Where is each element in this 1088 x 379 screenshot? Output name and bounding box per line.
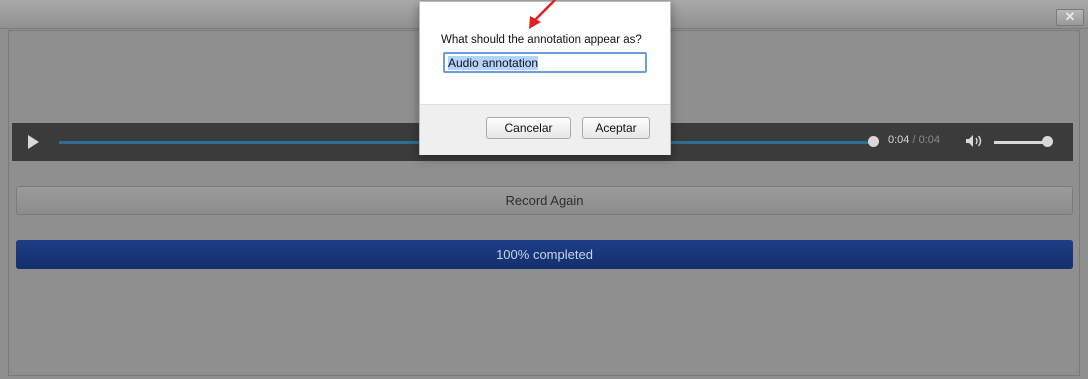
time-display: 0:04 / 0:04 — [888, 134, 940, 146]
close-icon[interactable]: ✕ — [1056, 9, 1084, 26]
seek-handle[interactable] — [868, 136, 879, 147]
cancel-button[interactable]: Cancelar — [486, 117, 571, 139]
volume-slider[interactable] — [994, 141, 1049, 144]
dialog-prompt: What should the annotation appear as? — [441, 34, 642, 46]
input-value: Audio annotation — [448, 56, 539, 70]
volume-handle[interactable] — [1042, 136, 1053, 147]
progress-bar: 100% completed — [16, 240, 1073, 269]
time-separator: / — [909, 134, 919, 146]
play-icon[interactable] — [28, 135, 39, 149]
volume-icon[interactable] — [965, 134, 983, 151]
current-time: 0:04 — [888, 134, 910, 146]
record-again-button[interactable]: Record Again — [16, 186, 1073, 215]
ok-button[interactable]: Aceptar — [582, 117, 650, 139]
progress-label: 100% completed — [496, 247, 593, 262]
annotation-name-input[interactable]: Audio annotation — [443, 52, 647, 73]
duration: 0:04 — [918, 134, 941, 146]
prompt-dialog: What should the annotation appear as? Au… — [419, 1, 671, 155]
